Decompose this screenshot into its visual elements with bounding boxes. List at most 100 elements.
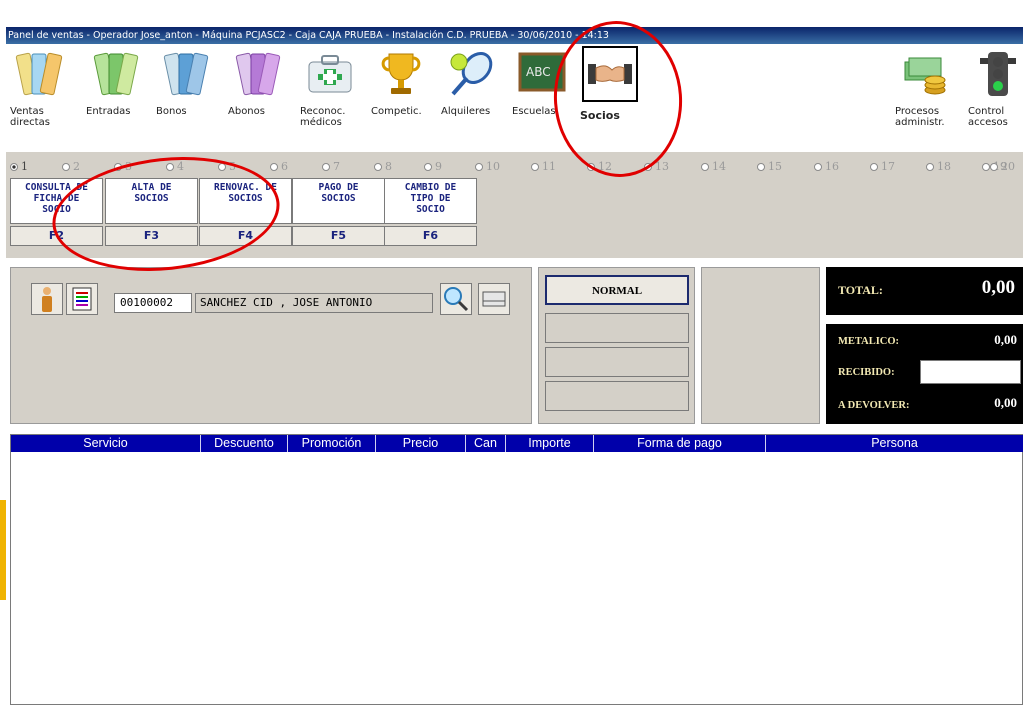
- search-button[interactable]: [440, 283, 472, 315]
- toolbar-item-label: Procesos administr.: [895, 106, 945, 128]
- toolbar-competic-button[interactable]: Competic.: [371, 44, 431, 152]
- radio-dot: [424, 163, 432, 171]
- page-radio-6[interactable]: 6: [270, 160, 288, 174]
- function-key-label: F4: [199, 226, 292, 246]
- member-id-field[interactable]: 00100002: [114, 293, 192, 313]
- radio-label: 4: [177, 160, 184, 173]
- radio-dot: [531, 163, 539, 171]
- toolbar-socios-button[interactable]: Socios: [580, 44, 640, 152]
- page-radio-4[interactable]: 4: [166, 160, 184, 174]
- recibido-input[interactable]: [920, 360, 1021, 384]
- toolbar-alquileres-button[interactable]: Alquileres: [441, 44, 501, 152]
- window-title: Panel de ventas - Operador Jose_anton - …: [8, 30, 609, 41]
- sales-table[interactable]: Servicio Descuento Promoción Precio Can …: [10, 434, 1023, 705]
- radio-label: 8: [385, 160, 392, 173]
- toolbar-item-label: Escuelas: [512, 106, 556, 117]
- member-name-field: SANCHEZ CID , JOSE ANTONIO: [195, 293, 433, 313]
- pago-socios-button[interactable]: PAGO DE SOCIOS F5: [292, 178, 385, 248]
- toolbar-control-accesos-button[interactable]: Control accesos: [968, 44, 1023, 152]
- radio-dot: [814, 163, 822, 171]
- search-icon: [444, 287, 469, 312]
- toolbar-escuelas-button[interactable]: ABC Escuelas: [512, 44, 572, 152]
- page-radio-18[interactable]: 18: [926, 160, 951, 174]
- toolbar-item-label: Entradas: [86, 106, 131, 117]
- toolbar-ventas-directas-button[interactable]: Ventas directas: [10, 44, 70, 152]
- handshake-icon: [582, 46, 638, 102]
- page-radio-11[interactable]: 11: [531, 160, 556, 174]
- radio-label: 9: [435, 160, 442, 173]
- column-header-importe[interactable]: Importe: [506, 435, 594, 452]
- page-radio-13[interactable]: 13: [644, 160, 669, 174]
- page-radio-5[interactable]: 5: [218, 160, 236, 174]
- radio-dot: [587, 163, 595, 171]
- page-radio-15[interactable]: 15: [757, 160, 782, 174]
- page-radio-1[interactable]: 1: [10, 160, 28, 174]
- radio-label: 3: [125, 160, 132, 173]
- radio-label: 13: [655, 160, 669, 173]
- toolbar-item-label: Bonos: [156, 106, 187, 117]
- list-button[interactable]: [66, 283, 98, 315]
- radio-label: 7: [333, 160, 340, 173]
- type-normal-button[interactable]: NORMAL: [545, 275, 689, 305]
- cambio-tipo-socio-button[interactable]: CAMBIO DE TIPO DE SOCIO F6: [384, 178, 477, 248]
- card-button[interactable]: [478, 283, 510, 315]
- left-edge-marker: [0, 500, 6, 600]
- function-key-label: F6: [384, 226, 477, 246]
- main-toolbar: Ventas directas Entradas Bonos Abonos Re…: [6, 44, 1023, 152]
- page-radio-8[interactable]: 8: [374, 160, 392, 174]
- toolbar-item-label: Abonos: [228, 106, 265, 117]
- function-button-label: CAMBIO DE TIPO DE SOCIO: [384, 178, 477, 224]
- toolbar-procesos-administr-button[interactable]: Procesos administr.: [895, 44, 955, 152]
- recibido-label: RECIBIDO:: [838, 367, 895, 378]
- column-header-descuento[interactable]: Descuento: [201, 435, 288, 452]
- person-info-button[interactable]: [31, 283, 63, 315]
- radio-dot: [990, 163, 998, 171]
- column-header-persona[interactable]: Persona: [766, 435, 1023, 452]
- page-radio-7[interactable]: 7: [322, 160, 340, 174]
- radio-label: 15: [768, 160, 782, 173]
- blank-panel: [701, 267, 820, 424]
- page-radio-9[interactable]: 9: [424, 160, 442, 174]
- function-key-label: F2: [10, 226, 103, 246]
- toolbar-item-label: Reconoc. médicos: [300, 106, 346, 128]
- radio-label: 12: [598, 160, 612, 173]
- radio-label: 17: [881, 160, 895, 173]
- devolver-label: A DEVOLVER:: [838, 400, 910, 411]
- ticket-icon: [15, 52, 63, 96]
- page-radio-20[interactable]: 20: [990, 160, 1015, 174]
- column-header-forma-de-pago[interactable]: Forma de pago: [594, 435, 766, 452]
- consulta-ficha-socio-button[interactable]: CONSULTA DE FICHA DE SOCIO F2: [10, 178, 103, 248]
- radio-label: 6: [281, 160, 288, 173]
- column-header-precio[interactable]: Precio: [376, 435, 466, 452]
- type-button-2[interactable]: [545, 313, 689, 343]
- total-value: 0,00: [981, 277, 1015, 298]
- total-label: TOTAL:: [838, 283, 883, 297]
- function-button-label: PAGO DE SOCIOS: [292, 178, 385, 224]
- page-radio-14[interactable]: 14: [701, 160, 726, 174]
- page-radio-16[interactable]: 16: [814, 160, 839, 174]
- list-icon: [72, 287, 92, 311]
- page-radio-10[interactable]: 10: [475, 160, 500, 174]
- column-header-promocion[interactable]: Promoción: [288, 435, 376, 452]
- page-radio-12[interactable]: 12: [587, 160, 612, 174]
- toolbar-item-label: Alquileres: [441, 106, 491, 117]
- alta-socios-button[interactable]: ALTA DE SOCIOS F3: [105, 178, 198, 248]
- toolbar-entradas-button[interactable]: Entradas: [86, 44, 146, 152]
- traffic-light-icon: [980, 52, 1016, 96]
- metalico-label: METALICO:: [838, 336, 900, 347]
- ticket-icon: [235, 52, 281, 96]
- page-radio-3[interactable]: 3: [114, 160, 132, 174]
- radio-dot: [218, 163, 226, 171]
- page-radio-2[interactable]: 2: [62, 160, 80, 174]
- toolbar-bonos-button[interactable]: Bonos: [156, 44, 216, 152]
- type-button-3[interactable]: [545, 347, 689, 377]
- renovac-socios-button[interactable]: RENOVAC. DE SOCIOS F4: [199, 178, 292, 248]
- page-radio-17[interactable]: 17: [870, 160, 895, 174]
- type-button-4[interactable]: [545, 381, 689, 411]
- toolbar-reconoc-medicos-button[interactable]: Reconoc. médicos: [300, 44, 360, 152]
- column-header-can[interactable]: Can: [466, 435, 506, 452]
- column-header-servicio[interactable]: Servicio: [11, 435, 201, 452]
- payment-box: METALICO: 0,00 RECIBIDO: A DEVOLVER: 0,0…: [826, 324, 1023, 424]
- trophy-icon: [381, 53, 421, 94]
- toolbar-abonos-button[interactable]: Abonos: [228, 44, 288, 152]
